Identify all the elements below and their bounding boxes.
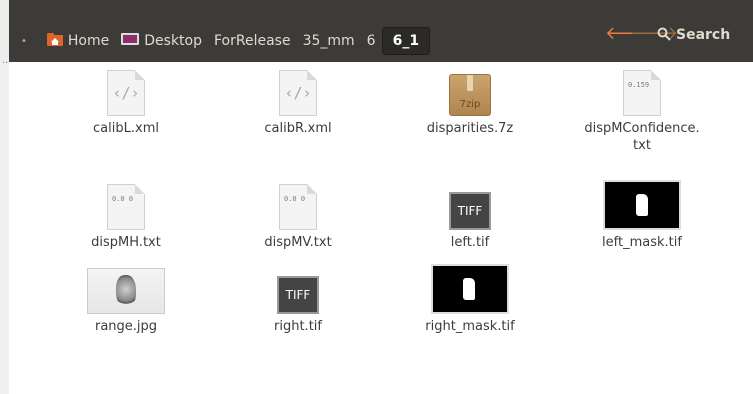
file-name-line2: txt [633,138,651,153]
text-file-icon: 0.0 0 [279,184,317,230]
crumb-label: 6 [366,33,376,49]
crumb-home[interactable]: Home [41,27,115,55]
tiff-file-icon: TIFF [277,276,319,314]
file-grid: ‹/› calibL.xml ‹/› calibR.xml 7zip dispa… [9,62,753,394]
image-thumbnail [87,268,165,314]
file-item-dispmv[interactable]: 0.0 0 dispMV.txt [228,180,368,251]
file-item-disparities[interactable]: 7zip disparities.7z [400,66,540,137]
file-name: dispMConfidence. [584,121,700,136]
file-item-left-tif[interactable]: TIFF left.tif [400,180,540,251]
xml-file-icon: ‹/› [279,70,317,116]
sidebar-resize-handle[interactable]: ·· [2,59,8,69]
file-name: dispMH.txt [91,235,161,250]
text-file-icon: 0.159 [623,70,661,116]
crumb-6[interactable]: 6 [361,27,382,55]
crumb-desktop[interactable]: Desktop [115,27,208,55]
home-folder-icon [46,32,63,50]
xml-file-icon: ‹/› [107,70,145,116]
crumb-forrelease[interactable]: ForRelease [208,27,297,55]
file-item-right-mask[interactable]: right_mask.tif [400,264,540,335]
crumb-label: Home [67,33,110,49]
file-name: left_mask.tif [602,235,682,250]
file-name: disparities.7z [426,121,514,136]
file-name: left.tif [450,235,490,250]
search-label[interactable]: Search [676,27,730,43]
crumb-label: 35_mm [302,33,355,49]
file-item-right-tif[interactable]: TIFF right.tif [228,264,368,335]
image-thumbnail [603,180,681,230]
file-name: right.tif [274,319,322,334]
file-item-left-mask[interactable]: left_mask.tif [572,180,712,251]
text-file-icon: 0.0 0 [107,184,145,230]
file-item-calibr[interactable]: ‹/› calibR.xml [228,66,368,137]
file-name: dispMV.txt [264,235,332,250]
forward-arrow-icon[interactable]: 🡒 [630,23,678,44]
file-name: range.jpg [94,319,158,334]
desktop-icon [121,32,140,50]
sidebar-edge-top [0,0,9,62]
search-icon[interactable] [657,27,671,41]
crumb-label: 6_1 [392,33,420,49]
archive-7z-icon: 7zip [449,74,491,116]
tiff-file-icon: TIFF [449,192,491,230]
file-item-dispmh[interactable]: 0.0 0 dispMH.txt [56,180,196,251]
file-item-calibl[interactable]: ‹/› calibL.xml [56,66,196,137]
image-thumbnail [431,264,509,314]
sidebar-edge: ·· [0,0,9,394]
crumb-35mm[interactable]: 35_mm [297,27,361,55]
file-name: right_mask.tif [425,319,515,334]
file-name: calibL.xml [93,121,159,136]
path-scroll-left-icon[interactable]: • [21,36,27,47]
crumb-6-1-active[interactable]: 6_1 [381,27,431,55]
file-item-dispmconfidence[interactable]: 0.159 dispMConfidence. txt [572,66,712,154]
crumb-label: Desktop [144,33,202,49]
crumb-label: ForRelease [214,33,291,49]
file-name: calibR.xml [264,121,332,136]
file-item-range[interactable]: range.jpg [56,264,196,335]
